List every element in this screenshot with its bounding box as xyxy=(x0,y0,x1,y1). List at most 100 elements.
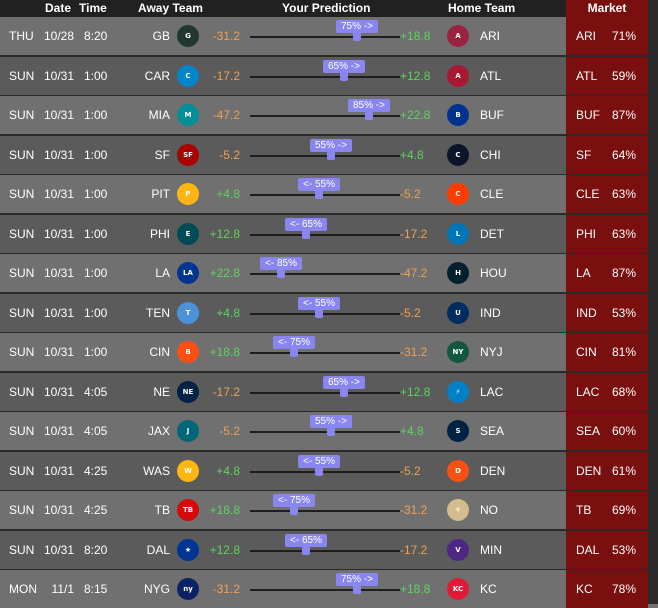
prediction-slider-track[interactable] xyxy=(250,352,400,354)
home-spread: -5.2 xyxy=(400,464,421,478)
game-date: 10/31 xyxy=(43,345,74,359)
home-team-abbr: NYJ xyxy=(480,345,503,359)
prediction-slider-track[interactable] xyxy=(250,234,400,236)
game-day: SUN xyxy=(9,187,35,201)
prediction-slider-thumb[interactable] xyxy=(277,268,285,278)
packers-logo-icon: G xyxy=(177,25,199,47)
game-date: 10/31 xyxy=(43,187,74,201)
home-spread: +22.8 xyxy=(400,108,431,122)
market-percent: 53% xyxy=(612,543,637,557)
game-day: SUN xyxy=(9,543,35,557)
market-percent: 53% xyxy=(612,306,637,320)
table-row: SUN 10/31 8:20 DAL ★ +12.8 <- 65% -17.2 V MIN DAL 5… xyxy=(0,531,658,569)
prediction-slider-thumb[interactable] xyxy=(315,466,323,476)
market-team: CIN xyxy=(576,345,597,359)
eagles-logo-icon: E xyxy=(177,223,199,245)
home-team-logo: B xyxy=(447,104,469,126)
away-team-abbr: JAX xyxy=(147,424,170,438)
browns-logo-icon: C xyxy=(447,183,469,205)
cardinals-logo-icon: A xyxy=(447,25,469,47)
prediction-slider-track[interactable] xyxy=(250,392,400,394)
prediction-slider-track[interactable] xyxy=(250,471,400,473)
prediction-slider-thumb[interactable] xyxy=(340,71,348,81)
game-time: 8:15 xyxy=(84,582,108,596)
prediction-slider-thumb[interactable] xyxy=(302,229,310,239)
table-header: Date Time Away Team Your Prediction Home… xyxy=(0,0,658,17)
market-cell: IND 53% xyxy=(566,294,648,332)
game-time: 1:00 xyxy=(84,266,108,280)
away-spread: +18.8 xyxy=(209,345,240,359)
prediction-slider-track[interactable] xyxy=(250,510,400,512)
colts-logo-icon: U xyxy=(447,302,469,324)
prediction-slider-track[interactable] xyxy=(250,273,400,275)
table-row: SUN 10/31 4:05 NE NE -17.2 65% -> +12.8 ⚡ LAC LAC 6… xyxy=(0,373,658,411)
market-team: IND xyxy=(576,306,597,320)
prediction-slider-thumb[interactable] xyxy=(353,584,361,594)
table-row: SUN 10/31 1:00 CIN B +18.8 <- 75% -31.2 NY NYJ CIN… xyxy=(0,333,658,371)
market-cell: SEA 60% xyxy=(566,412,648,450)
home-spread: -5.2 xyxy=(400,187,421,201)
prediction-slider-thumb[interactable] xyxy=(365,110,373,120)
prediction-slider-track[interactable] xyxy=(250,155,400,157)
prediction-slider-track[interactable] xyxy=(250,589,400,591)
panthers-logo-icon: C xyxy=(177,65,199,87)
lions-logo-icon: L xyxy=(447,223,469,245)
away-spread: +4.8 xyxy=(216,187,240,201)
table-row: SUN 10/31 1:00 TEN T +4.8 <- 55% -5.2 U IND IND 53% xyxy=(0,294,658,332)
away-spread: -17.2 xyxy=(212,69,240,83)
buccaneers-logo-icon: TB xyxy=(177,499,199,521)
prediction-slider-thumb[interactable] xyxy=(353,31,361,41)
market-cell: LA 87% xyxy=(566,254,648,292)
market-team: CLE xyxy=(576,187,600,201)
game-time: 4:05 xyxy=(84,424,108,438)
away-team-abbr: PHI xyxy=(149,227,170,241)
market-percent: 63% xyxy=(612,187,637,201)
prediction-slider-track[interactable] xyxy=(250,194,400,196)
market-cell: BUF 87% xyxy=(566,96,648,134)
cowboys-logo-icon: ★ xyxy=(177,539,199,561)
prediction-slider-track[interactable] xyxy=(250,36,400,38)
away-spread: +4.8 xyxy=(216,306,240,320)
prediction-slider-thumb[interactable] xyxy=(340,387,348,397)
prediction-slider-thumb[interactable] xyxy=(302,545,310,555)
away-team-abbr: NE xyxy=(153,385,170,399)
game-day: MON xyxy=(9,582,37,596)
market-percent: 71% xyxy=(612,29,637,43)
home-spread: +18.8 xyxy=(400,582,431,596)
prediction-slider-track[interactable] xyxy=(250,115,400,117)
market-team: LA xyxy=(576,266,591,280)
prediction-slider-track[interactable] xyxy=(250,550,400,552)
prediction-slider-thumb[interactable] xyxy=(290,347,298,357)
away-spread: -47.2 xyxy=(212,108,240,122)
time-column-header: Time xyxy=(79,1,107,15)
home-team-abbr: NO xyxy=(480,503,498,517)
jaguars-logo-icon: J xyxy=(177,420,199,442)
prediction-slider-thumb[interactable] xyxy=(327,426,335,436)
prediction-slider-track[interactable] xyxy=(250,431,400,433)
titans-logo-icon: T xyxy=(177,302,199,324)
prediction-slider-thumb[interactable] xyxy=(315,308,323,318)
away-spread: +12.8 xyxy=(209,543,240,557)
game-time: 8:20 xyxy=(84,29,108,43)
market-cell: SF 64% xyxy=(566,136,648,174)
home-team-abbr: BUF xyxy=(480,108,504,122)
game-day: SUN xyxy=(9,148,35,162)
away-team-abbr: DAL xyxy=(146,543,170,557)
market-team: KC xyxy=(576,582,593,596)
away-team-abbr: TB xyxy=(154,503,170,517)
prediction-slider-thumb[interactable] xyxy=(327,150,335,160)
table-row: SUN 10/31 1:00 PHI E +12.8 <- 65% -17.2 L DET PHI 6… xyxy=(0,215,658,253)
prediction-slider-thumb[interactable] xyxy=(290,505,298,515)
table-row: SUN 10/31 1:00 SF SF -5.2 55% -> +4.8 C CHI SF 64% xyxy=(0,136,658,174)
prediction-slider-thumb[interactable] xyxy=(315,189,323,199)
falcons-logo-icon: A xyxy=(447,65,469,87)
away-team-abbr: MIA xyxy=(148,108,170,122)
game-date: 10/31 xyxy=(43,227,74,241)
game-day: SUN xyxy=(9,108,35,122)
home-team-abbr: DEN xyxy=(480,464,506,478)
home-team-logo: H xyxy=(447,262,469,284)
prediction-slider-track[interactable] xyxy=(250,313,400,315)
away-team-logo: C xyxy=(177,65,199,87)
game-day: SUN xyxy=(9,345,35,359)
prediction-slider-track[interactable] xyxy=(250,76,400,78)
